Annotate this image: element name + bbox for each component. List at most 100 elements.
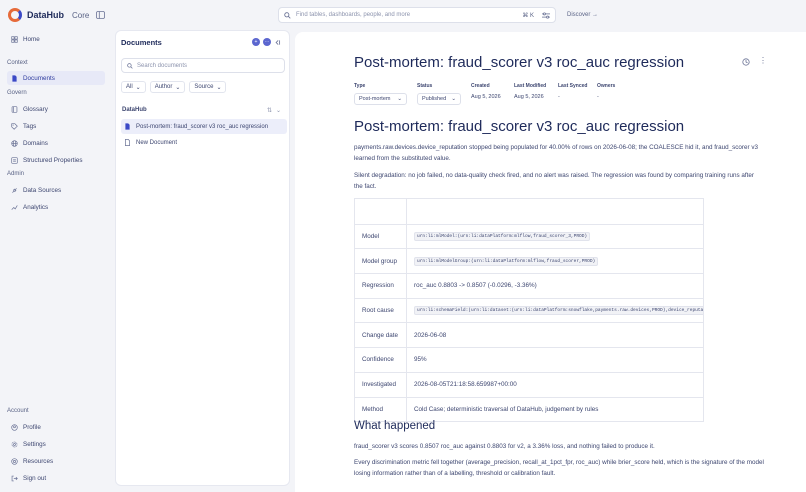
search-icon xyxy=(284,11,291,19)
plug-icon xyxy=(12,187,17,193)
datahub-logo[interactable]: DataHub Core xyxy=(8,8,89,22)
status-select-value: Published xyxy=(422,96,447,102)
chevron-down-icon[interactable]: ⌄ xyxy=(276,107,281,114)
chevron-down-icon: ⌄ xyxy=(451,96,456,102)
document-list-item[interactable]: New Document xyxy=(121,135,287,150)
documents-search-placeholder: Search documents xyxy=(137,62,188,69)
chevron-down-icon: ⌄ xyxy=(216,84,222,91)
nav-section-govern: Govern xyxy=(7,90,27,96)
nav-structured-properties-label: Structured Properties xyxy=(23,156,83,164)
document-list-item[interactable]: Post-mortem: fraud_scorer v3 roc_auc reg… xyxy=(121,119,287,134)
paragraph-degradation: Silent degradation: no job failed, no da… xyxy=(354,172,754,190)
prop-type-label: Type xyxy=(354,83,366,89)
filter-sliders-icon[interactable] xyxy=(542,11,550,19)
document-list-item-label: Post-mortem: fraud_scorer v3 roc_auc reg… xyxy=(136,123,269,130)
nav-sign-out[interactable]: Sign out xyxy=(10,471,108,485)
nav-section-account: Account xyxy=(7,408,29,414)
table-value: urn:li:schemaField:(urn:li:dataset:(urn:… xyxy=(407,299,703,323)
documents-filters: All ⌄ Author ⌄ Source ⌄ xyxy=(121,81,227,93)
nav-profile[interactable]: Profile xyxy=(10,420,108,434)
nav-data-sources[interactable]: Data Sources xyxy=(10,183,108,197)
code-dataset: payments.raw.devices.device_reputation xyxy=(354,144,468,151)
code-model: fraud_scorer v3 xyxy=(714,144,758,151)
document-view: Post-mortem: fraud_scorer v3 roc_auc reg… xyxy=(295,32,806,492)
nav-analytics-label: Analytics xyxy=(23,203,49,211)
brand-edition: Core xyxy=(72,10,90,20)
discover-link[interactable]: Discover → xyxy=(567,12,598,18)
table-key: Investigated xyxy=(355,372,407,397)
table-row: Regression roc_auc 0.8803 -> 0.8507 (-0.0… xyxy=(355,273,703,298)
history-icon[interactable] xyxy=(742,58,750,66)
nav-documents-label: Documents xyxy=(23,74,55,82)
table-key: Confidence xyxy=(355,348,407,372)
filter-all[interactable]: All ⌄ xyxy=(121,81,146,93)
document-title[interactable]: Post-mortem: fraud_scorer v3 roc_auc reg… xyxy=(354,54,684,71)
table-value: urn:li:mlModelGroup:(urn:li:dataPlatform… xyxy=(407,249,703,273)
collapse-panel-icon[interactable] xyxy=(274,39,281,46)
chevron-down-icon: ⌄ xyxy=(135,84,141,91)
table-value: 2026-08-05T21:18:58.659987+00:00 xyxy=(414,381,517,389)
table-key: Method xyxy=(355,397,407,422)
new-document-button[interactable]: + xyxy=(252,38,260,46)
type-select[interactable]: Post-mortem ⌄ xyxy=(354,93,407,105)
table-cell xyxy=(407,199,703,224)
table-value: roc_auc 0.8803 -> 0.8507 (-0.0296, -3.36… xyxy=(414,282,537,290)
nav-structured-properties[interactable]: Structured Properties xyxy=(10,153,108,167)
table-value: 95% xyxy=(414,356,427,364)
status-select[interactable]: Published ⌄ xyxy=(417,93,461,105)
paragraph-scores: fraud_scorer v3 scores 0.8507 roc_auc ag… xyxy=(354,443,655,450)
filter-author[interactable]: Author ⌄ xyxy=(149,81,186,93)
nav-data-sources-label: Data Sources xyxy=(23,186,62,194)
paragraph-summary: payments.raw.devices.device_reputation s… xyxy=(354,142,764,164)
chevron-down-icon: ⌄ xyxy=(175,84,181,91)
global-search-input[interactable]: Find tables, dashboards, people, and mor… xyxy=(278,7,556,23)
table-key: Change date xyxy=(355,323,407,348)
nav-domains-label: Domains xyxy=(23,139,48,147)
documents-panel: Documents + ⋯ Search documents All ⌄ Auth… xyxy=(115,30,290,486)
nav-tags[interactable]: Tags xyxy=(10,119,108,133)
nav-resources[interactable]: Resources xyxy=(10,454,108,468)
documents-panel-title: Documents xyxy=(121,38,162,47)
filter-author-label: Author xyxy=(154,84,173,90)
documents-panel-actions: + ⋯ xyxy=(252,38,281,46)
filter-source-label: Source xyxy=(194,84,214,90)
documents-search-input[interactable]: Search documents xyxy=(121,58,285,73)
nav-analytics[interactable]: Analytics xyxy=(10,200,108,214)
nav-sign-out-label: Sign out xyxy=(23,474,47,482)
nav-settings[interactable]: Settings xyxy=(10,437,108,451)
filter-source[interactable]: Source ⌄ xyxy=(189,81,227,93)
nav-home[interactable]: Home xyxy=(10,32,108,46)
more-vertical-icon[interactable]: ⋮ xyxy=(759,56,767,65)
summary-text-end: learned from the substituted value. xyxy=(354,155,451,162)
table-key: Root cause xyxy=(355,298,407,323)
search-icon xyxy=(127,62,133,69)
nav-domains[interactable]: Domains xyxy=(10,136,108,150)
table-row: Root cause urn:li:schemaField:(urn:li:dat… xyxy=(355,297,703,323)
prop-created-label: Created xyxy=(471,83,490,89)
sidebar-toggle-icon[interactable] xyxy=(96,11,105,19)
list-icon xyxy=(11,156,18,164)
nav-documents[interactable]: Documents xyxy=(7,71,105,85)
prop-synced-value: - xyxy=(558,94,560,100)
urn-code: urn:li:schemaField:(urn:li:dataset:(urn:… xyxy=(414,306,703,316)
group-actions: ⇅ ⌄ xyxy=(267,107,281,114)
table-cell xyxy=(355,199,407,224)
prop-synced-label: Last Synced xyxy=(558,83,588,89)
urn-code: urn:li:mlModel:(urn:li:dataPlatform:mlfl… xyxy=(414,232,591,242)
table-value: 2026-06-08 xyxy=(414,331,447,339)
search-shortcut: ⌘ K xyxy=(522,12,534,19)
user-icon xyxy=(11,423,18,431)
more-options-button[interactable]: ⋯ xyxy=(263,38,271,46)
prop-owners-label: Owners xyxy=(597,83,616,89)
sort-icon[interactable]: ⇅ xyxy=(267,107,272,114)
prop-modified-value: Aug 5, 2026 xyxy=(514,94,544,100)
prop-created-value: Aug 5, 2026 xyxy=(471,94,501,100)
table-row: Confidence 95% xyxy=(355,347,703,372)
document-heading: Post-mortem: fraud_scorer v3 roc_auc reg… xyxy=(354,118,685,135)
document-icon xyxy=(12,74,17,82)
type-select-value: Post-mortem xyxy=(359,96,391,102)
nav-resources-label: Resources xyxy=(23,457,54,465)
details-table: Model urn:li:mlModel:(urn:li:dataPlatform… xyxy=(354,198,704,423)
documents-group-label[interactable]: DataHub xyxy=(122,107,147,113)
nav-glossary[interactable]: Glossary xyxy=(10,102,108,116)
